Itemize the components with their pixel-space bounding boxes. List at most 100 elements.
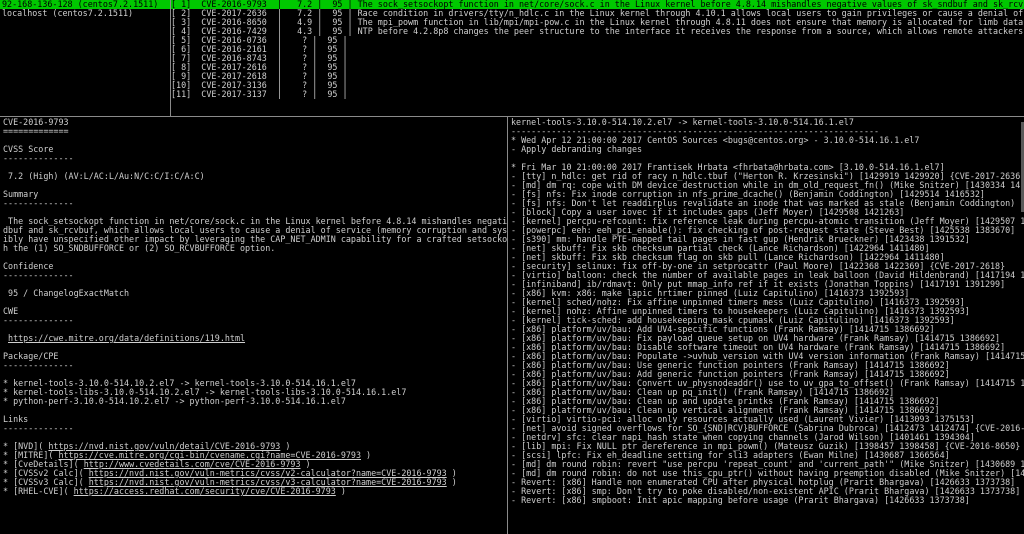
changelog-line: - [md] dm round robin: do not use this_c… [511,469,1024,478]
url-link[interactable]: https://nvd.nist.gov/vuln/detail/CVE-201… [48,442,280,451]
vuln-idx: 11 [176,90,187,99]
vuln-separator: | [271,45,293,54]
vuln-idx: 4 [176,27,187,36]
host-item[interactable]: localhost (centos7.2.1511) [0,9,170,18]
vuln-idx: 7 [176,54,187,63]
changelog-line: - Revert: [x86] Handle non enumerated CP… [511,478,1016,487]
vuln-idx: 2 [176,9,187,18]
detail-line: The sock_setsockopt function in net/core… [8,217,507,226]
vuln-separator: ] [186,90,202,99]
detail-line [3,136,507,145]
vuln-row[interactable]: [ 4] CVE-2016-7429 | 4.3 | 95 | NTP befo… [171,27,1024,36]
vuln-row[interactable]: [ 7] CVE-2016-8743 | ? | 95 | [171,54,1024,63]
vuln-conf: 95 [327,45,338,54]
vuln-separator: | [307,90,328,99]
detail-link-line[interactable]: * [CveDetails]( http://www.cvedetails.co… [3,460,507,469]
changelog-line: - Revert: [x86] smp: Don't try to poke d… [511,487,1021,496]
vuln-row[interactable]: [ 8] CVE-2017-2616 | ? | 95 | [171,63,1024,72]
vuln-idx: 3 [176,18,187,27]
vuln-row[interactable]: [11] CVE-2017-3137 | ? | 95 | [171,90,1024,99]
vuln-separator: ] [186,0,202,9]
url-link[interactable]: https://cve.mitre.org/cgi-bin/cvename.cg… [58,451,361,460]
vuln-separator: | [342,27,358,36]
url-link[interactable]: https://access.redhat.com/security/cve/C… [74,487,336,496]
detail-line [3,406,507,415]
vuln-row[interactable]: [10] CVE-2017-3136 | ? | 95 | [171,81,1024,90]
changelog-line: - [x86] platform/uv/bau: Use generic fun… [511,361,950,370]
vulnerability-list[interactable]: [ 1] CVE-2016-9793 | 7.2 | 95 | The sock… [171,0,1024,116]
vuln-separator: ] [186,18,202,27]
bottom-vertical-divider [507,117,508,534]
url-link[interactable]: https://nvd.nist.gov/vuln-metrics/cvss/v… [89,478,447,487]
url-link[interactable]: https://cwe.mitre.org/data/definitions/1… [8,334,245,343]
detail-line: CVSS Score [3,145,54,154]
changelog-line: - [x86] platform/uv/bau: Clean up and up… [511,397,940,406]
vuln-row[interactable]: [ 6] CVE-2016-2161 | ? | 95 | [171,45,1024,54]
vuln-separator: | [307,36,328,45]
detail-link-line[interactable]: * [CVSSv3 Calc]( https://nvd.nist.gov/vu… [3,478,507,487]
vuln-separator: ] [186,36,202,45]
vuln-score: ? [292,90,308,99]
vuln-separator: | [307,81,328,90]
vuln-row[interactable]: [ 3] CVE-2016-8650 | 4.9 | 95 | The mpi_… [171,18,1024,27]
changelog-line [511,154,1024,163]
url-link[interactable]: https://nvd.nist.gov/vuln-metrics/cvss/v… [89,469,447,478]
detail-line: Confidence [3,262,54,271]
vuln-separator: | [271,63,293,72]
detail-line [3,253,507,262]
vuln-row[interactable]: [ 9] CVE-2017-2618 | ? | 95 | [171,72,1024,81]
vuln-row[interactable]: [ 2] CVE-2017-2636 | 7.2 | 95 | Race con… [171,9,1024,18]
detail-line [3,370,507,379]
host-list[interactable]: 92-168-136-128 (centos7.2.1511) localhost… [0,0,170,116]
detail-line: * kernel-tools-libs-3.10.0-514.10.2.el7 … [3,388,407,397]
changelog-line: - [net] skbuff: Fix skb checksum flag on… [511,253,945,262]
changelog-line: - [x86] platform/uv/bau: Clean up vertic… [511,406,940,415]
vuln-cve: CVE-2017-2618 [201,72,272,81]
vuln-cve: CVE-2016-8650 [201,18,272,27]
changelog-line: - [x86] platform/uv/bau: Convert uv_phys… [511,379,1024,388]
changelog-line: ----------------------------------------… [511,127,880,136]
detail-line: 7.2 (High) (AV:L/AC:L/Au:N/C:C/I:C/A:C) [3,172,205,181]
changelog-line: - [block] Copy a user iovec if it includ… [511,208,905,217]
detail-line: ============= [3,127,69,136]
vuln-score: ? [292,54,308,63]
detail-line: dbuf and sk_rcvbuf, which allows local u… [3,226,507,235]
changelog-line: * Wed Apr 12 21:00:00 2017 CentOS Source… [511,136,920,145]
changelog-line: - [md] dm rq: cope with DM device destru… [511,181,1024,190]
detail-link-line[interactable]: https://cwe.mitre.org/data/definitions/1… [3,334,507,343]
detail-line: ibly have unspecified other impact by le… [3,235,507,244]
detail-line: CVE-2016-9793 [3,118,69,127]
changelog-pane[interactable]: kernel-tools-3.10.0-514.10.2.el7 -> kern… [509,118,1024,534]
detail-link-line[interactable]: * [NVD]( https://nvd.nist.gov/vuln/detai… [3,442,507,451]
vuln-conf: 95 [332,0,343,9]
vuln-score: 4.9 [292,18,313,27]
vuln-cve: CVE-2017-2636 [201,9,272,18]
vuln-separator: | [337,63,353,72]
detail-link-line[interactable]: * [CVSSv2 Calc]( https://nvd.nist.gov/vu… [3,469,507,478]
cve-detail-pane[interactable]: CVE-2016-9793 ============= CVSS Score ----… [0,118,507,534]
vuln-separator: | [271,18,293,27]
vuln-row[interactable]: [ 5] CVE-2016-0736 | ? | 95 | [171,36,1024,45]
detail-line: -------------- [3,199,74,208]
vuln-conf: 95 [332,27,343,36]
detail-line: -------------- [3,154,74,163]
detail-link-line[interactable]: * [RHEL-CVE]( https://access.redhat.com/… [3,487,507,496]
vuln-cve: CVE-2016-2161 [201,45,272,54]
vuln-separator: | [342,9,358,18]
vuln-idx: 1 [176,0,187,9]
url-link[interactable]: http://www.cvedetails.com/cve/CVE-2016-9… [84,460,301,469]
vuln-separator: | [271,27,293,36]
changelog-line: - [x86] platform/uv/bau: Populate ->uvhu… [511,352,1024,361]
detail-line: * python-perf-3.10.0-514.10.2.el7 -> pyt… [3,397,346,406]
detail-line [3,325,507,334]
vuln-idx: 10 [176,81,187,90]
host-item[interactable]: 92-168-136-128 (centos7.2.1511) [0,0,170,9]
changelog-line: - [tty] n_hdlc: get rid of racy n_hdlc.t… [511,172,1024,181]
vuln-row[interactable]: [ 1] CVE-2016-9793 | 7.2 | 95 | The sock… [171,0,1024,9]
detail-link-line[interactable]: * [MITRE]( https://cve.mitre.org/cgi-bin… [3,451,507,460]
vuln-separator: | [312,9,333,18]
vuln-cve: CVE-2016-9793 [201,0,272,9]
vuln-conf: 95 [327,54,338,63]
vuln-conf: 95 [327,90,338,99]
vuln-cve: CVE-2016-8743 [201,54,272,63]
